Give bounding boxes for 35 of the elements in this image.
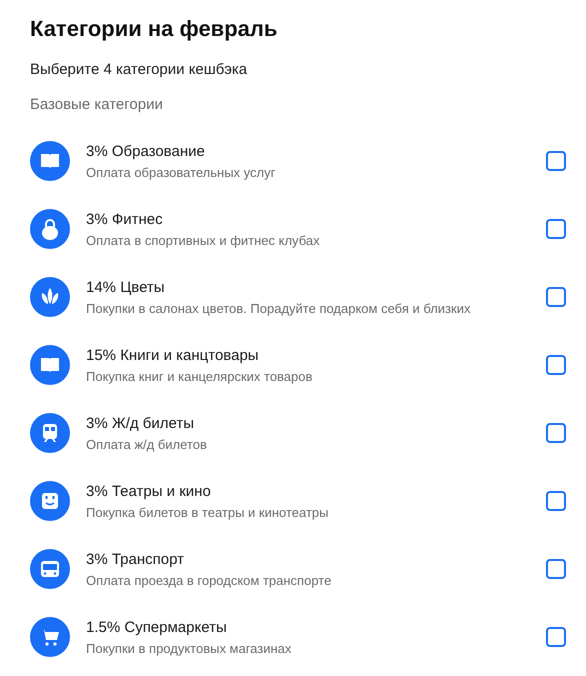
train-icon: [30, 413, 70, 453]
checkbox[interactable]: [546, 627, 566, 647]
subtitle: Выберите 4 категории кешбэка: [30, 61, 248, 78]
category-description: Покупка билетов в театры и кинотеатры: [86, 504, 330, 520]
flower-icon: [30, 277, 70, 317]
category-description: Покупки в салонах цветов. Порадуйте подарком себя и близких: [86, 300, 472, 316]
checkbox[interactable]: [546, 355, 566, 375]
book-icon: [30, 345, 70, 385]
category-description: Оплата проезда в городском транспорте: [86, 572, 332, 588]
checkbox[interactable]: [546, 423, 566, 443]
category-name: 15% Книги и канцтовары: [86, 346, 260, 364]
checkbox[interactable]: [546, 219, 566, 239]
bus-icon: [30, 549, 70, 589]
category-name: 14% Цветы: [86, 278, 166, 296]
book-icon: [30, 141, 70, 181]
category-description: Оплата в спортивных и фитнес клубах: [86, 232, 321, 248]
checkbox[interactable]: [546, 559, 566, 579]
category-description: Покупки в продуктовых магазинах: [86, 640, 292, 656]
smiley-icon: [30, 481, 70, 521]
category-name: 3% Театры и кино: [86, 482, 212, 500]
category-name: 3% Фитнес: [86, 210, 164, 228]
checkbox[interactable]: [546, 287, 566, 307]
checkbox[interactable]: [546, 151, 566, 171]
category-name: 3% Транспорт: [86, 550, 185, 568]
kettlebell-icon: [30, 209, 70, 249]
page-title: Категории на февраль: [30, 16, 278, 42]
category-name: 1.5% Супермаркеты: [86, 618, 228, 636]
section-label: Базовые категории: [30, 96, 164, 113]
category-description: Оплата образовательных услуг: [86, 164, 276, 180]
category-description: Покупка книг и канцелярских товаров: [86, 368, 314, 384]
cart-icon: [30, 617, 70, 657]
category-name: 3% Образование: [86, 142, 206, 160]
category-description: Оплата ж/д билетов: [86, 436, 208, 452]
category-name: 3% Ж/д билеты: [86, 414, 196, 432]
checkbox[interactable]: [546, 491, 566, 511]
